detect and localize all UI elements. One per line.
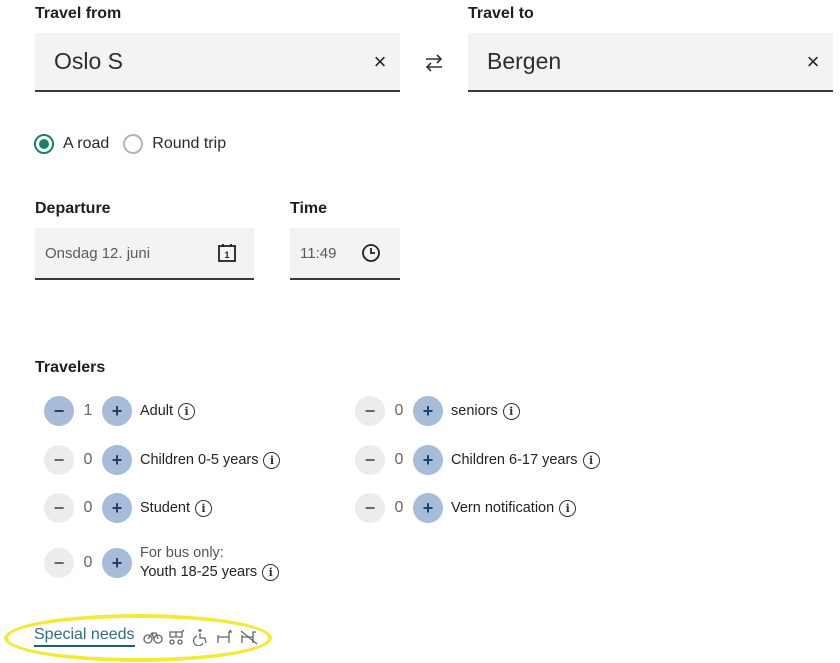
special-needs-icons — [142, 628, 259, 646]
wheelchair-icon — [191, 628, 211, 646]
decrement-button[interactable]: − — [44, 445, 74, 475]
traveler-row-children-0-5: − 0 + Children 0-5 years i — [44, 445, 281, 475]
increment-button[interactable]: + — [102, 493, 132, 523]
increment-button[interactable]: + — [413, 493, 443, 523]
traveler-label: Children 6-17 years — [451, 452, 578, 468]
travel-from-input[interactable]: Oslo S × — [35, 33, 400, 92]
traveler-count: 0 — [394, 402, 404, 419]
traveler-label-two-line: For bus only: Youth 18-25 years i — [140, 544, 280, 582]
special-needs-link[interactable]: Special needs — [34, 626, 135, 647]
increment-button[interactable]: + — [413, 445, 443, 475]
clear-from-button[interactable]: × — [360, 49, 400, 75]
swap-arrows-icon — [425, 54, 443, 72]
departure-label: Departure — [35, 200, 111, 217]
info-icon[interactable]: i — [559, 499, 577, 517]
radio-label: Round trip — [152, 135, 227, 152]
traveler-label-group: For bus only: Youth 18-25 years i — [140, 544, 280, 582]
traveler-label-group: Adult i — [140, 402, 196, 420]
close-icon: × — [806, 48, 820, 74]
clear-to-button[interactable]: × — [793, 49, 833, 75]
traveler-count: 0 — [394, 499, 404, 516]
traveler-label-group: Children 6-17 years i — [451, 451, 600, 469]
time-label: Time — [290, 200, 328, 217]
decrement-button[interactable]: − — [355, 445, 385, 475]
swap-button[interactable] — [419, 48, 449, 78]
dog-icon — [215, 628, 235, 646]
traveler-label-note: For bus only: — [140, 545, 224, 561]
time-input[interactable]: 11:49 — [290, 228, 400, 280]
traveler-row-vern: − 0 + Vern notification i — [355, 493, 577, 523]
travel-to-value: Bergen — [487, 48, 562, 74]
traveler-count: 0 — [394, 451, 404, 468]
decrement-button[interactable]: − — [44, 493, 74, 523]
close-icon: × — [373, 48, 387, 74]
travelers-title: Travelers — [35, 359, 106, 376]
departure-date-value: Onsdag 12. juni — [45, 244, 151, 262]
traveler-label-group: Student i — [140, 499, 212, 517]
info-icon[interactable]: i — [262, 564, 280, 581]
info-icon[interactable]: i — [263, 451, 281, 469]
radio-one-way[interactable]: A road — [34, 134, 109, 154]
increment-button[interactable]: + — [102, 396, 132, 426]
traveler-label: Children 0-5 years — [140, 452, 259, 468]
travel-from-label: Travel from — [35, 5, 122, 22]
special-needs: Special needs — [34, 626, 259, 647]
increment-button[interactable]: + — [413, 396, 443, 426]
clock-icon — [362, 244, 380, 262]
decrement-button[interactable]: − — [44, 548, 74, 578]
traveler-row-student: − 0 + Student i — [44, 493, 212, 523]
traveler-count: 0 — [83, 451, 93, 468]
stroller-icon — [167, 628, 187, 646]
radio-circle[interactable] — [123, 134, 144, 154]
traveler-label: Student — [140, 500, 190, 516]
traveler-count: 0 — [83, 554, 93, 571]
calendar-day: 1 — [224, 250, 229, 260]
info-icon[interactable]: i — [178, 402, 196, 420]
decrement-button[interactable]: − — [355, 493, 385, 523]
info-icon[interactable]: i — [502, 402, 520, 420]
trip-type-radio-group: A road Round trip — [34, 134, 240, 154]
decrement-button[interactable]: − — [355, 396, 385, 426]
calendar-button[interactable]: 1 — [214, 243, 240, 263]
travel-from-value: Oslo S — [54, 48, 124, 74]
time-value: 11:49 — [300, 244, 337, 262]
traveler-row-children-6-17: − 0 + Children 6-17 years i — [355, 445, 600, 475]
traveler-label: seniors — [451, 403, 498, 419]
traveler-row-seniors: − 0 + seniors i — [355, 396, 520, 426]
no-animal-icon — [239, 628, 259, 646]
radio-circle-checked[interactable] — [34, 134, 54, 154]
traveler-count: 0 — [83, 499, 93, 516]
increment-button[interactable]: + — [102, 445, 132, 475]
traveler-label: Vern notification — [451, 500, 555, 516]
traveler-label-main-group: Youth 18-25 years i — [140, 563, 280, 582]
calendar-icon: 1 — [218, 244, 236, 262]
radio-label: A road — [63, 135, 110, 152]
traveler-label-group: Children 0-5 years i — [140, 451, 281, 469]
clock-button[interactable] — [358, 243, 384, 263]
travel-to-input[interactable]: Bergen × — [468, 33, 833, 92]
traveler-count: 1 — [83, 402, 93, 419]
info-icon[interactable]: i — [582, 451, 600, 469]
departure-date-input[interactable]: Onsdag 12. juni 1 — [35, 228, 254, 280]
radio-round-trip[interactable]: Round trip — [123, 134, 226, 154]
info-icon[interactable]: i — [195, 499, 212, 517]
bicycle-icon — [142, 628, 163, 646]
traveler-row-adult: − 1 + Adult i — [44, 396, 196, 426]
increment-button[interactable]: + — [102, 548, 132, 578]
traveler-row-youth: − 0 + For bus only: Youth 18-25 years i — [44, 544, 280, 582]
traveler-label-group: Vern notification i — [451, 499, 577, 517]
traveler-label: Youth 18-25 years — [140, 564, 258, 580]
travel-to-label: Travel to — [468, 5, 534, 22]
traveler-label: Adult — [140, 403, 174, 419]
decrement-button[interactable]: − — [44, 396, 74, 426]
traveler-label-group: seniors i — [451, 402, 520, 420]
